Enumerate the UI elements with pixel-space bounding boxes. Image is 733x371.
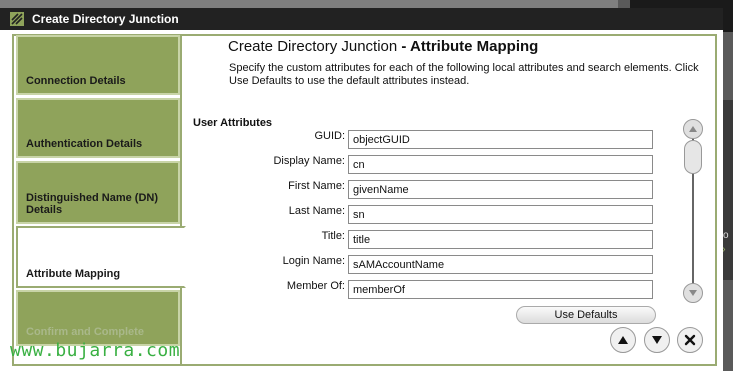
scroll-thumb[interactable] [684,140,702,174]
nav-item-label: Distinguished Name (DN) Details [26,192,159,216]
use-defaults-label: Use Defaults [554,309,618,321]
chevron-up-icon [689,126,697,132]
nav-item-label: Connection Details [26,75,126,87]
scrollbar[interactable] [683,119,703,303]
guid-field[interactable] [348,130,653,149]
nav-item-connection-details[interactable]: Connection Details [16,35,180,95]
last-name-field[interactable] [348,205,653,224]
move-up-button[interactable] [610,327,636,353]
display-name-label: Display Name: [273,155,345,167]
nav-item-dn-details[interactable]: Distinguished Name (DN) Details [16,161,180,224]
title-label: Title: [321,230,345,242]
login-name-label: Login Name: [282,255,345,267]
page-description: Specify the custom attributes for each o… [229,62,699,87]
move-down-button[interactable] [644,327,670,353]
page-title-suffix: - Attribute Mapping [401,38,539,55]
nav-item-label: Confirm and Complete [26,326,144,338]
member-of-label: Member Of: [286,280,345,292]
use-defaults-button[interactable]: Use Defaults [516,306,656,324]
title-bar: Create Directory Junction [0,8,723,30]
watermark: www.bujarra.com [10,340,181,361]
arrow-up-icon [618,336,628,344]
chevron-down-icon [689,290,697,296]
title-field[interactable] [348,230,653,249]
scroll-down-button[interactable] [683,283,703,303]
nav-item-authentication-details[interactable]: Authentication Details [16,98,180,158]
section-title: User Attributes [193,117,273,129]
page-title: Create Directory Junction - Attribute Ma… [228,38,538,55]
window-title: Create Directory Junction [32,12,179,26]
nav-item-attribute-mapping[interactable]: Attribute Mapping [16,226,186,288]
nav-item-label: Authentication Details [26,138,143,150]
login-name-field[interactable] [348,255,653,274]
nav-item-label: Attribute Mapping [26,268,121,280]
guid-label: GUID: [314,130,345,142]
first-name-label: First Name: [288,180,345,192]
close-button[interactable] [677,327,703,353]
page-title-prefix: Create Directory Junction [228,38,398,55]
arrow-down-icon [652,336,662,344]
first-name-field[interactable] [348,180,653,199]
app-logo-icon [10,12,24,26]
display-name-field[interactable] [348,155,653,174]
close-icon [684,334,696,346]
nav-item-confirm-and-complete: Confirm and Complete [16,290,180,346]
scroll-up-button[interactable] [683,119,703,139]
member-of-field[interactable] [348,280,653,299]
last-name-label: Last Name: [288,205,345,217]
